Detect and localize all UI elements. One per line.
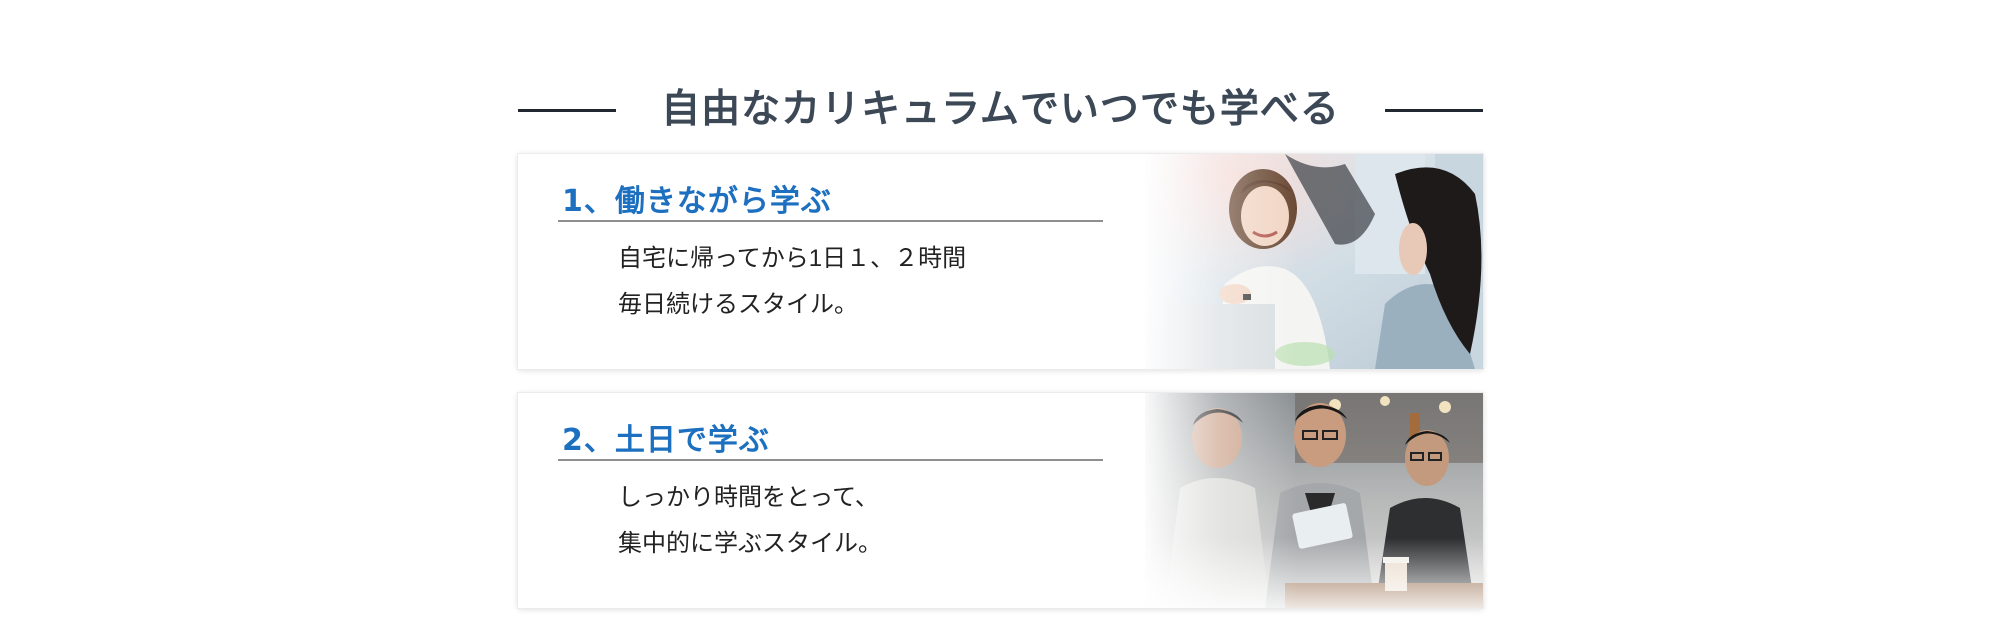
card-title-underline xyxy=(558,459,1103,461)
card-body-line: 自宅に帰ってから1日１、２時間 xyxy=(618,245,967,272)
curriculum-card-weekend-learn: 2、土日で学ぶ しっかり時間をとって、 集中的に学ぶスタイル。 xyxy=(518,393,1483,608)
card-body: 自宅に帰ってから1日１、２時間 毎日続けるスタイル。 xyxy=(618,236,1088,328)
card-body-line: しっかり時間をとって、 xyxy=(618,484,879,511)
card-body: しっかり時間をとって、 集中的に学ぶスタイル。 xyxy=(618,475,1088,567)
section-title: 自由なカリキュラムでいつでも学べる xyxy=(661,87,1340,132)
curriculum-card-work-and-learn: 1、働きながら学ぶ 自宅に帰ってから1日１、２時間 毎日続けるスタイル。 xyxy=(518,154,1483,369)
men-cafe-tablet-photo xyxy=(1145,393,1483,608)
card-title-underline xyxy=(558,220,1103,222)
section-heading: 自由なカリキュラムでいつでも学べる xyxy=(518,80,1483,140)
office-women-talking-photo xyxy=(1145,154,1483,369)
card-title: 1、働きながら学ぶ xyxy=(562,184,832,219)
card-body-line: 集中的に学ぶスタイル。 xyxy=(618,530,882,557)
heading-line-right xyxy=(1385,109,1483,112)
card-body-line: 毎日続けるスタイル。 xyxy=(618,291,858,318)
card-title: 2、土日で学ぶ xyxy=(562,423,770,458)
